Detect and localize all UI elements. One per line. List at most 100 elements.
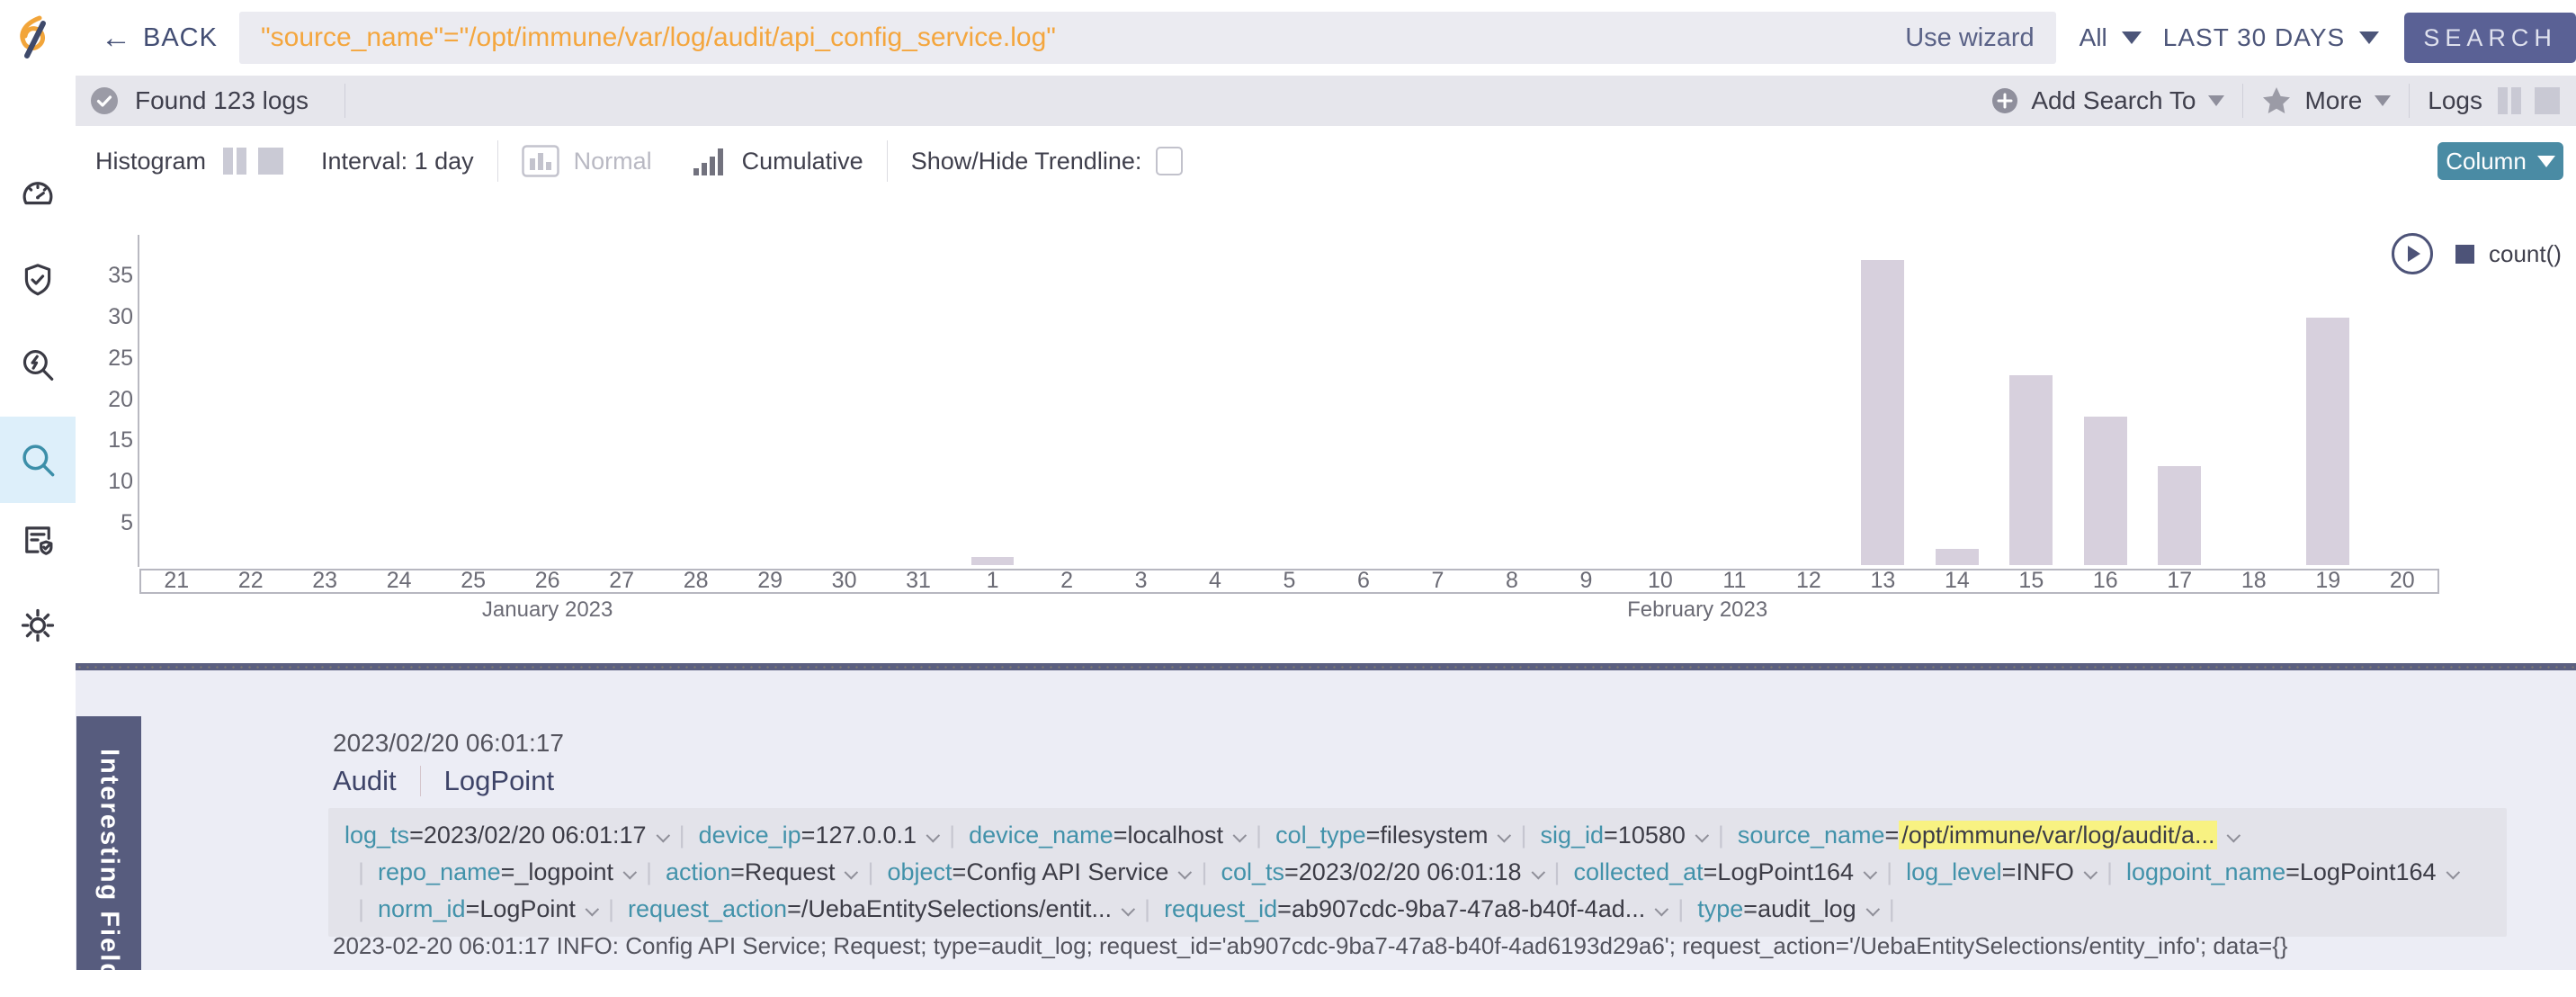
interesting-fields-tab[interactable]: Interesting Fields	[76, 716, 141, 970]
field-request_id[interactable]: request_id=ab907cdc-9ba7-47a8-b40f-4ad..…	[1164, 895, 1664, 922]
field-key: log_ts	[344, 822, 409, 849]
field-log_level[interactable]: log_level=INFO	[1906, 858, 2093, 885]
histogram-title: Histogram	[95, 148, 206, 175]
time-range-dropdown[interactable]: LAST 30 DAYS	[2163, 23, 2345, 52]
histogram-bar[interactable]	[2158, 466, 2201, 565]
field-key: request_action	[628, 895, 787, 922]
divider	[2409, 84, 2410, 118]
field-equals: =	[2002, 858, 2017, 885]
field-value: 2023/02/20 06:01:17	[424, 822, 647, 849]
field-equals: =	[1704, 858, 1718, 885]
full-view-icon[interactable]	[2533, 86, 2562, 115]
field-value: LogPoint	[479, 895, 576, 922]
field-separator: |	[949, 822, 955, 849]
chevron-down-icon[interactable]	[2122, 31, 2142, 44]
interval-label: Interval: 1 day	[321, 148, 474, 175]
field-separator: |	[1256, 822, 1262, 849]
results-bar: Found 123 logs Add Search To More Logs	[0, 76, 2576, 126]
field-log_ts[interactable]: log_ts=2023/02/20 06:01:17	[344, 822, 666, 849]
field-value: /opt/immune/var/log/audit/a...	[1899, 821, 2217, 849]
back-arrow-icon: ←	[101, 22, 132, 53]
check-circle-icon	[90, 86, 119, 115]
field-source_name[interactable]: source_name=/opt/immune/var/log/audit/a.…	[1738, 822, 2237, 849]
field-equals: =	[1604, 822, 1618, 849]
field-type[interactable]: type=audit_log	[1697, 895, 1874, 922]
field-device_name[interactable]: device_name=localhost	[969, 822, 1242, 849]
histogram-bar[interactable]	[971, 557, 1015, 565]
chevron-down-icon	[1233, 829, 1248, 843]
field-separator: |	[358, 858, 364, 885]
field-sig_id[interactable]: sig_id=10580	[1540, 822, 1704, 849]
field-norm_id[interactable]: norm_id=LogPoint	[378, 895, 595, 922]
field-action[interactable]: action=Request	[666, 858, 854, 885]
field-separator: |	[1554, 858, 1561, 885]
back-label: BACK	[143, 23, 218, 53]
more-button[interactable]: More	[2261, 86, 2391, 115]
histogram-bar[interactable]	[2009, 375, 2053, 565]
sidebar-item-settings[interactable]	[0, 582, 76, 669]
sidebar-item-search[interactable]	[0, 417, 76, 503]
field-separator: |	[1889, 895, 1895, 922]
star-icon	[2261, 86, 2292, 115]
sidebar-item-dashboard[interactable]	[0, 151, 76, 238]
chevron-down-icon	[1122, 903, 1136, 917]
play-circle-icon[interactable]	[2391, 232, 2434, 275]
field-repo_name[interactable]: repo_name=_logpoint	[378, 858, 632, 885]
histogram-bar[interactable]	[1936, 549, 1979, 565]
chevron-down-icon	[2537, 156, 2555, 167]
field-equals: =	[1284, 858, 1299, 885]
field-key: source_name	[1738, 822, 1885, 849]
full-view-icon[interactable]	[256, 147, 285, 175]
cumulative-mode-button[interactable]: Cumulative	[692, 145, 863, 177]
histogram-bar[interactable]	[2084, 417, 2127, 565]
log-source-label[interactable]: LogPoint	[444, 765, 554, 797]
histogram-toolbar: Histogram Interval: 1 day Normal Cumulat…	[76, 126, 2576, 196]
logs-view-group: Logs	[2428, 86, 2562, 115]
split-view-icon[interactable]	[2495, 86, 2524, 115]
trendline-checkbox[interactable]	[1156, 147, 1183, 175]
chevron-down-icon	[1498, 829, 1512, 843]
field-object[interactable]: object=Config API Service	[887, 858, 1187, 885]
repo-scope-dropdown[interactable]: All	[2080, 23, 2107, 52]
use-wizard-link[interactable]: Use wizard	[1905, 23, 2034, 53]
field-equals: =	[1885, 822, 1900, 849]
field-separator: |	[1201, 858, 1207, 885]
search-query-input[interactable]: "source_name"="/opt/immune/var/log/audit…	[239, 12, 2056, 64]
field-device_ip[interactable]: device_ip=127.0.0.1	[699, 822, 935, 849]
sidebar-item-compliance[interactable]	[0, 237, 76, 323]
field-col_type[interactable]: col_type=filesystem	[1275, 822, 1507, 849]
chart-type-dropdown[interactable]: Column	[2437, 142, 2563, 180]
search-button[interactable]: SEARCH	[2404, 13, 2576, 63]
log-type-label[interactable]: Audit	[333, 765, 397, 797]
chevron-down-icon[interactable]	[2359, 31, 2379, 44]
back-button[interactable]: ← BACK	[101, 22, 218, 53]
field-list: log_ts=2023/02/20 06:01:17|device_ip=127…	[328, 808, 2507, 937]
field-key: repo_name	[378, 858, 501, 885]
field-value: /UebaEntitySelections/entit...	[801, 895, 1112, 922]
sidebar-item-reports[interactable]	[0, 497, 76, 583]
chevron-down-icon	[623, 866, 638, 880]
field-key: request_id	[1164, 895, 1277, 922]
field-equals: =	[801, 822, 816, 849]
add-search-to-button[interactable]: Add Search To	[1991, 86, 2224, 115]
field-equals: =	[1277, 895, 1292, 922]
chevron-down-icon	[2083, 866, 2097, 880]
histogram-bar[interactable]	[2306, 318, 2349, 565]
field-value: audit_log	[1758, 895, 1856, 922]
histogram-bar[interactable]	[1861, 260, 1904, 565]
sidebar-item-threat-hunting[interactable]	[0, 322, 76, 409]
field-equals: =	[2285, 858, 2300, 885]
split-view-icon[interactable]	[220, 147, 249, 175]
field-col_ts[interactable]: col_ts=2023/02/20 06:01:18	[1221, 858, 1540, 885]
field-value: Config API Service	[966, 858, 1168, 885]
field-logpoint_name[interactable]: logpoint_name=LogPoint164	[2126, 858, 2455, 885]
field-key: object	[887, 858, 952, 885]
legend-label[interactable]: count()	[2489, 240, 2562, 268]
chevron-down-icon	[2227, 829, 2241, 843]
normal-mode-button[interactable]: Normal	[522, 145, 652, 177]
field-value: _logpoint	[514, 858, 613, 885]
divider	[344, 84, 345, 118]
histogram-panel	[76, 126, 2576, 663]
field-request_action[interactable]: request_action=/UebaEntitySelections/ent…	[628, 895, 1131, 922]
field-collected_at[interactable]: collected_at=LogPoint164	[1574, 858, 1874, 885]
